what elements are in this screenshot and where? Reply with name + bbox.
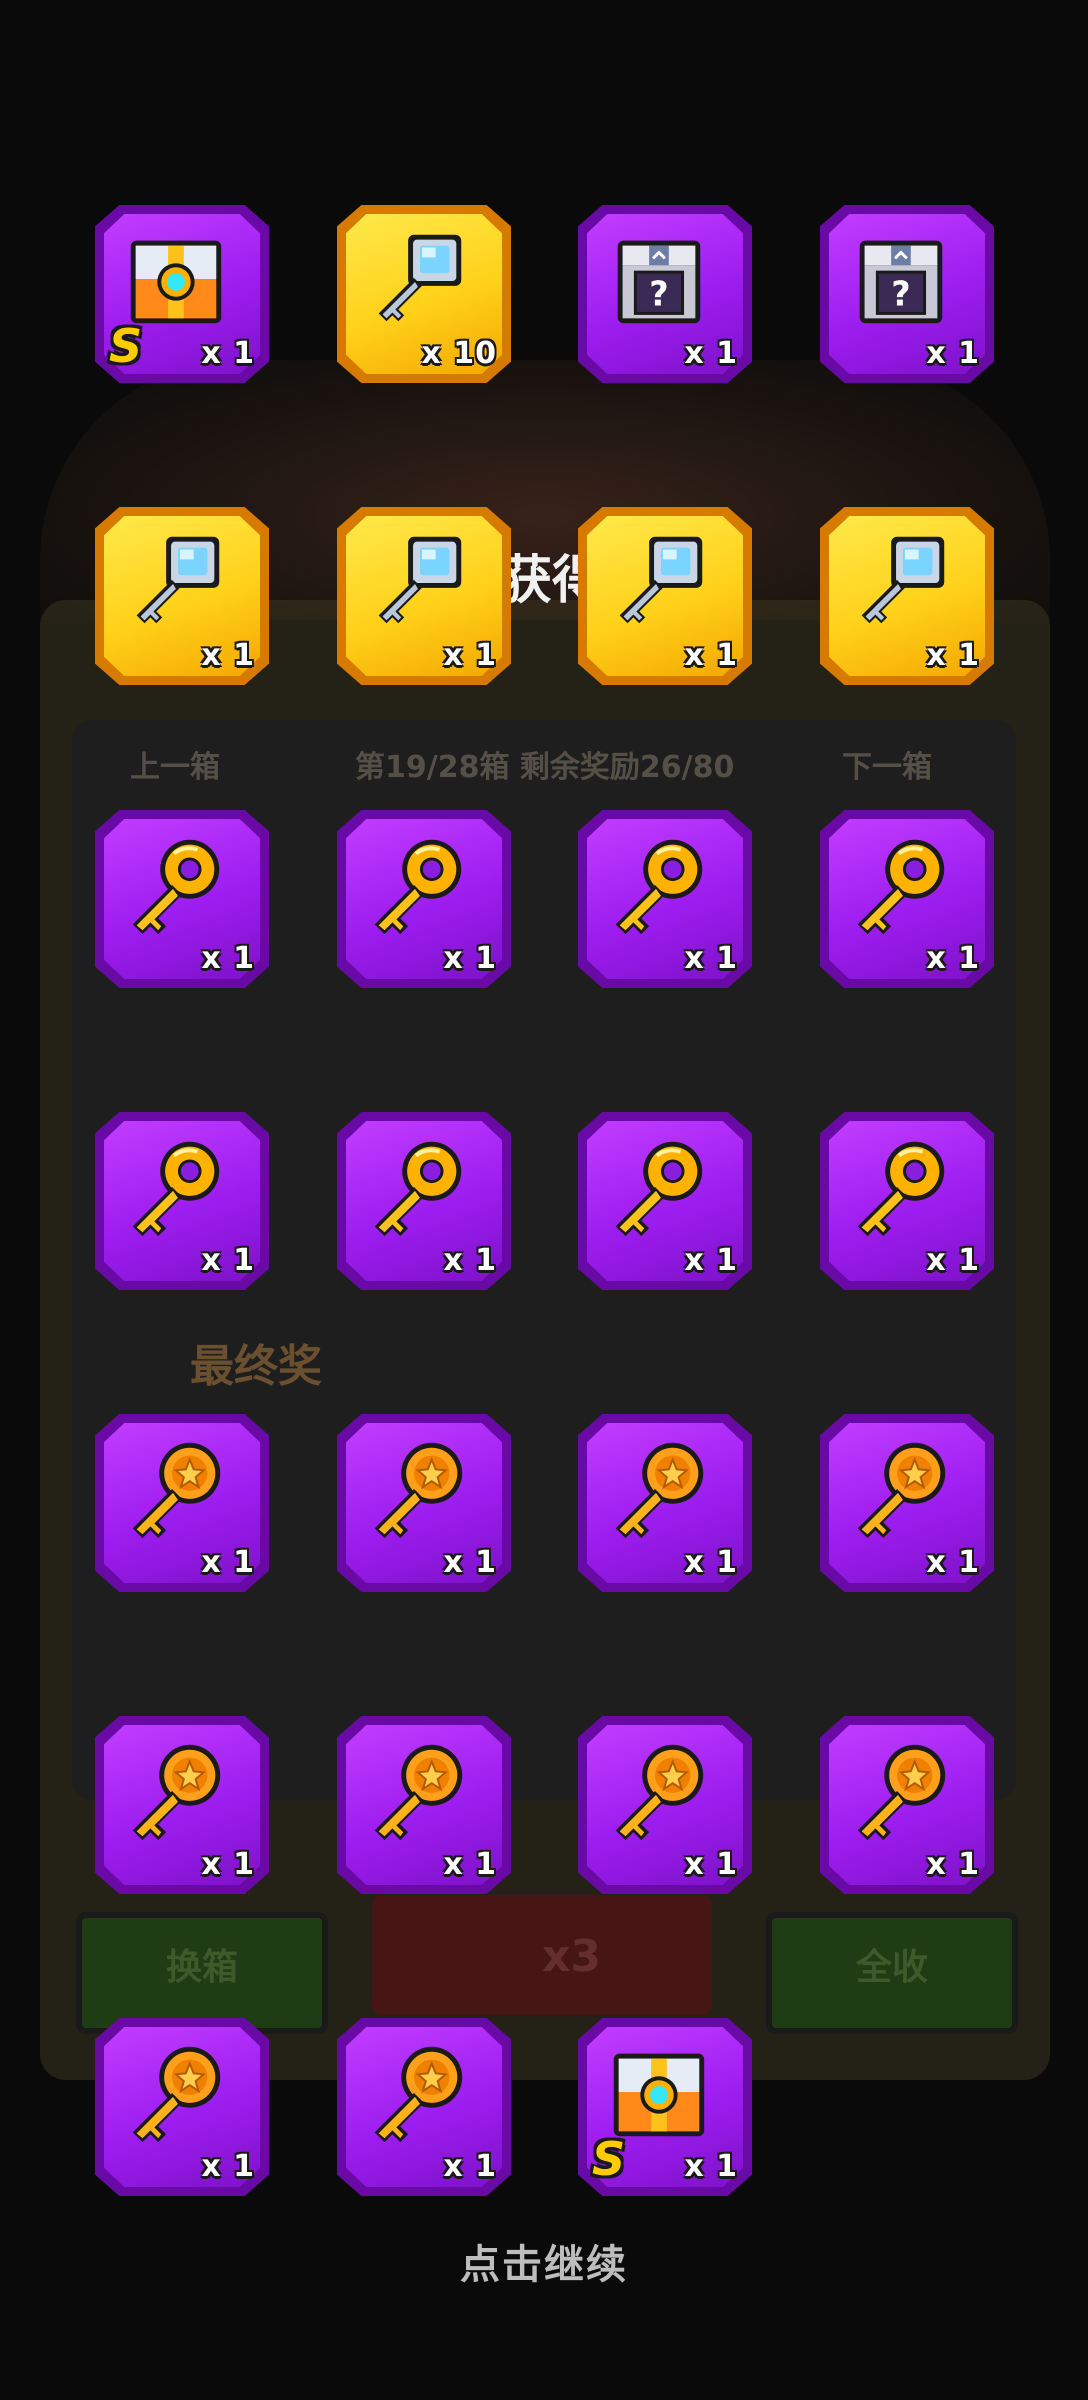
- star-key-icon: [840, 1430, 958, 1548]
- collect-all-button: 全收: [766, 1912, 1018, 2034]
- reward-tile: x 1: [95, 1112, 269, 1290]
- reward-quantity: x 1: [443, 2149, 497, 2184]
- reward-quantity: x 1: [684, 1243, 738, 1278]
- star-key-icon: [115, 2034, 233, 2152]
- change-box-label: 换箱: [165, 1947, 238, 1988]
- gold-key-icon: [115, 1128, 233, 1246]
- reward-quantity: x 1: [443, 1847, 497, 1882]
- silver-key-icon: [840, 523, 958, 641]
- svg-text:?: ?: [649, 275, 668, 314]
- tap-to-continue[interactable]: 点击继续: [0, 2232, 1088, 2290]
- reward-quantity: x 1: [201, 638, 255, 673]
- star-key-icon: [115, 1732, 233, 1850]
- gold-key-icon: [598, 826, 716, 944]
- reward-tile: x 1: [95, 1716, 269, 1894]
- silver-key-icon: [598, 523, 716, 641]
- reward-tile: x 1: [578, 1716, 752, 1894]
- star-key-icon: [357, 1430, 475, 1548]
- gold-key-icon: [357, 826, 475, 944]
- reward-quantity: x 1: [201, 2149, 255, 2184]
- gold-key-icon: [840, 826, 958, 944]
- reward-quantity: x 1: [926, 638, 980, 673]
- reward-tile: x 1: [337, 1414, 511, 1592]
- reward-quantity: x 1: [926, 1243, 980, 1278]
- reward-quantity: x 1: [684, 336, 738, 371]
- reward-quantity: x 1: [926, 941, 980, 976]
- gold-key-icon: [598, 1128, 716, 1246]
- prev-box-label: 上一箱: [130, 750, 220, 785]
- reward-tile: Sx 1: [578, 2018, 752, 2196]
- reward-quantity: x 1: [926, 1847, 980, 1882]
- reward-quantity: x 10: [421, 336, 497, 371]
- reward-tile: x 1: [95, 2018, 269, 2196]
- reward-quantity: x 1: [926, 1545, 980, 1580]
- reward-tile: x 1: [820, 1716, 994, 1894]
- star-key-icon: [357, 1732, 475, 1850]
- reward-tile: x 1: [578, 1112, 752, 1290]
- reward-tile: Sx 1: [95, 205, 269, 383]
- reward-quantity: x 1: [443, 638, 497, 673]
- collect-all-label: 全收: [855, 1947, 928, 1988]
- reward-tile: x 1: [337, 2018, 511, 2196]
- reward-tile: ? x 1: [578, 205, 752, 383]
- silver-key-icon: [357, 221, 475, 339]
- reward-tile: x 1: [95, 1414, 269, 1592]
- star-key-icon: [357, 2034, 475, 2152]
- reward-tile: x 10: [337, 205, 511, 383]
- reward-tile: x 1: [337, 1112, 511, 1290]
- ticket-button: x3: [372, 1895, 712, 2015]
- reward-tile: x 1: [578, 507, 752, 685]
- final-prize-label: 最终奖: [190, 1341, 322, 1392]
- reward-tile: x 1: [95, 810, 269, 988]
- reward-tile: x 1: [820, 507, 994, 685]
- reward-tile: x 1: [578, 1414, 752, 1592]
- reward-quantity: x 1: [684, 941, 738, 976]
- rank-badge: S: [109, 319, 143, 373]
- reward-quantity: x 1: [443, 1243, 497, 1278]
- svg-text:?: ?: [891, 275, 910, 314]
- reward-quantity: x 1: [684, 2149, 738, 2184]
- reward-tile: x 1: [337, 810, 511, 988]
- mystery-box-icon: ?: [840, 221, 958, 339]
- reward-tile: ? x 1: [820, 205, 994, 383]
- reward-quantity: x 1: [684, 1847, 738, 1882]
- reward-tile: x 1: [820, 810, 994, 988]
- reward-tile: x 1: [820, 1414, 994, 1592]
- ticket-count: x3: [542, 1931, 601, 1982]
- reward-quantity: x 1: [201, 1243, 255, 1278]
- reward-quantity: x 1: [201, 336, 255, 371]
- gold-key-icon: [840, 1128, 958, 1246]
- change-box-button: 换箱: [76, 1912, 328, 2034]
- mystery-box-icon: ?: [598, 221, 716, 339]
- gold-key-icon: [357, 1128, 475, 1246]
- star-key-icon: [598, 1732, 716, 1850]
- silver-key-icon: [115, 523, 233, 641]
- reward-quantity: x 1: [443, 941, 497, 976]
- reward-quantity: x 1: [201, 941, 255, 976]
- reward-tile: x 1: [820, 1112, 994, 1290]
- reward-tile: x 1: [578, 810, 752, 988]
- reward-quantity: x 1: [443, 1545, 497, 1580]
- reward-quantity: x 1: [684, 638, 738, 673]
- reward-tile: x 1: [337, 1716, 511, 1894]
- reward-quantity: x 1: [684, 1545, 738, 1580]
- box-progress-label: 第19/28箱 剩余奖励26/80: [355, 750, 735, 785]
- star-key-icon: [598, 1430, 716, 1548]
- reward-tile: x 1: [95, 507, 269, 685]
- star-key-icon: [115, 1430, 233, 1548]
- reward-quantity: x 1: [926, 336, 980, 371]
- next-box-label: 下一箱: [842, 750, 932, 785]
- reward-quantity: x 1: [201, 1847, 255, 1882]
- gold-key-icon: [115, 826, 233, 944]
- star-key-icon: [840, 1732, 958, 1850]
- rank-badge: S: [592, 2132, 626, 2186]
- reward-quantity: x 1: [201, 1545, 255, 1580]
- reward-tile: x 1: [337, 507, 511, 685]
- silver-key-icon: [357, 523, 475, 641]
